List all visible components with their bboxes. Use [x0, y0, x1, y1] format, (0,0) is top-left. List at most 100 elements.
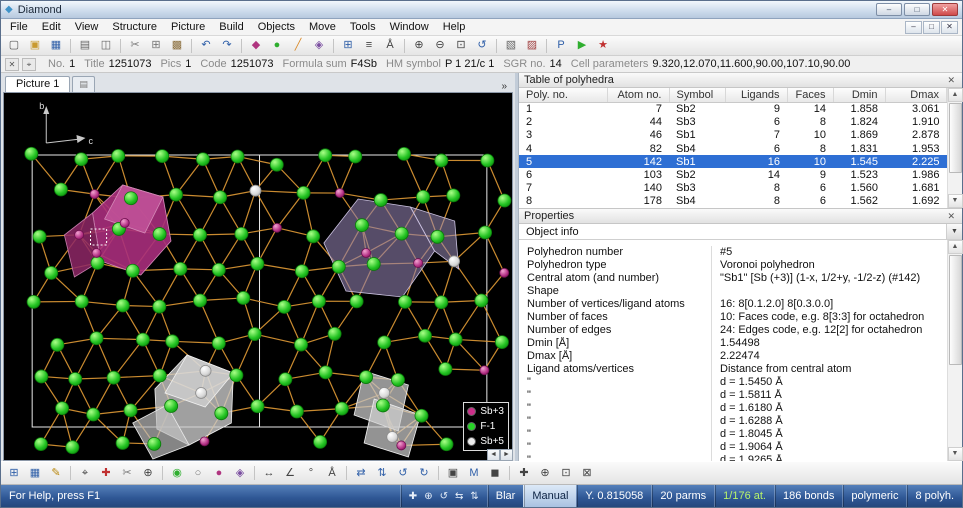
bonds-button[interactable]: ╱	[288, 37, 308, 54]
distances-button[interactable]: Å	[380, 37, 400, 54]
property-row[interactable]: "d = 1.6180 Å	[519, 402, 947, 415]
fit-view-button[interactable]: ⊡	[451, 37, 471, 54]
pan-tool-button[interactable]: ✚	[514, 465, 534, 482]
measure-distance-button[interactable]: ↔	[259, 465, 279, 482]
chevron-down-icon[interactable]: ▼	[946, 224, 962, 239]
play-button[interactable]: ▶	[572, 37, 592, 54]
table-row[interactable]: 6103Sb21491.5231.986	[519, 168, 947, 181]
undo-button[interactable]: ↶	[196, 37, 216, 54]
translate-mode-icon[interactable]: ⇆	[455, 491, 463, 502]
property-row[interactable]: "d = 1.9064 Å	[519, 441, 947, 454]
property-row[interactable]: Polyhedron typeVoronoi polyhedron	[519, 259, 947, 272]
scroll-up-icon[interactable]: ▲	[948, 240, 963, 254]
flag-button[interactable]: ★	[593, 37, 613, 54]
movie-button[interactable]: M	[464, 465, 484, 482]
new-document-button[interactable]: ▢	[4, 37, 24, 54]
properties-scrollbar[interactable]: ▲ ▼	[947, 240, 962, 461]
angstrom-button[interactable]: Å	[322, 465, 342, 482]
redo-button[interactable]: ↷	[217, 37, 237, 54]
mdi-restore-button[interactable]: □	[923, 21, 940, 34]
menu-picture[interactable]: Picture	[164, 20, 212, 34]
reset-view-button[interactable]: ⊡	[556, 465, 576, 482]
delete-button[interactable]: ✂	[117, 465, 137, 482]
property-row[interactable]: Central atom (and number)"Sb1" [Sb (+3)]…	[519, 272, 947, 285]
print-button[interactable]: ▤	[75, 37, 95, 54]
layers-button[interactable]: ▧	[501, 37, 521, 54]
infobar-pin-button[interactable]: ⌖	[22, 58, 36, 71]
properties-panel-close-icon[interactable]: ✕	[945, 211, 957, 222]
pointer-button[interactable]: ⌖	[75, 465, 95, 482]
rotate-y-button[interactable]: ⇅	[372, 465, 392, 482]
menu-file[interactable]: File	[3, 20, 35, 34]
table-row[interactable]: 8178Sb4861.5621.692	[519, 195, 947, 208]
menu-tools[interactable]: Tools	[343, 20, 383, 34]
new-picture-tab[interactable]: ▤	[72, 76, 95, 92]
tab-picture-1[interactable]: Picture 1	[5, 76, 70, 92]
polyhedra-table-scrollbar[interactable]: ▲ ▼	[947, 88, 962, 208]
table-mode-button[interactable]: ⊞	[4, 465, 24, 482]
column-header-ligands[interactable]: Ligands	[725, 88, 787, 102]
property-row[interactable]: Number of faces10: Faces code, e.g. 8[3:…	[519, 311, 947, 324]
property-row[interactable]: Dmax [Å]2.22474	[519, 350, 947, 363]
status-segment[interactable]: Manual	[523, 485, 576, 507]
data-sheet-button[interactable]: ≡	[359, 37, 379, 54]
object-info-dropdown[interactable]: Object info ▼	[519, 224, 962, 240]
column-header-poly-no-[interactable]: Poly. no.	[519, 88, 607, 102]
menu-build[interactable]: Build	[212, 20, 250, 34]
close-button[interactable]: ✕	[932, 3, 958, 16]
atoms-button[interactable]: ●	[267, 37, 287, 54]
table-row[interactable]: 5142Sb116101.5452.225	[519, 155, 947, 168]
open-file-button[interactable]: ▣	[25, 37, 45, 54]
measure-torsion-button[interactable]: °	[301, 465, 321, 482]
zoom-mode-icon[interactable]: ⊕	[424, 491, 432, 502]
scroll-down-icon[interactable]: ▼	[948, 194, 963, 208]
menu-edit[interactable]: Edit	[35, 20, 68, 34]
fullscreen-button[interactable]: ⊠	[577, 465, 597, 482]
table-button[interactable]: ⊞	[338, 37, 358, 54]
spin-button[interactable]: ↺	[393, 465, 413, 482]
polyhedra-mode-button[interactable]: ◈	[230, 465, 250, 482]
menu-structure[interactable]: Structure	[105, 20, 164, 34]
polyhedra-panel-close-icon[interactable]: ✕	[945, 75, 957, 86]
viewpoint-button[interactable]: ▣	[443, 465, 463, 482]
infobar-close-button[interactable]: ✕	[5, 58, 19, 71]
rotate-x-button[interactable]: ⇄	[351, 465, 371, 482]
grid-button[interactable]: ▦	[25, 465, 45, 482]
menu-help[interactable]: Help	[436, 20, 473, 34]
property-row[interactable]: "d = 1.5450 Å	[519, 376, 947, 389]
palette-button[interactable]: ▨	[522, 37, 542, 54]
scroll-down-icon[interactable]: ▼	[948, 447, 963, 461]
table-row[interactable]: 482Sb4681.8311.953	[519, 142, 947, 155]
measure-angle-button[interactable]: ∠	[280, 465, 300, 482]
cut-button[interactable]: ✂	[125, 37, 145, 54]
property-row[interactable]: "d = 1.9265 Å	[519, 454, 947, 461]
scroll-right-button[interactable]: ►	[500, 449, 513, 461]
table-row[interactable]: 7140Sb3861.5601.681	[519, 182, 947, 195]
column-header-faces[interactable]: Faces	[787, 88, 833, 102]
coordination-button[interactable]: ●	[209, 465, 229, 482]
add-atom-button[interactable]: ✚	[96, 465, 116, 482]
zoom-out-button[interactable]: ⊖	[430, 37, 450, 54]
rotate-mode-icon[interactable]: ↺	[440, 491, 448, 502]
paste-button[interactable]: ▩	[167, 37, 187, 54]
column-header-atom-no-[interactable]: Atom no.	[607, 88, 669, 102]
save-button[interactable]: ▦	[46, 37, 66, 54]
property-row[interactable]: Ligand atoms/verticesDistance from centr…	[519, 363, 947, 376]
scroll-up-icon[interactable]: ▲	[948, 88, 963, 102]
print-preview-button[interactable]: ◫	[96, 37, 116, 54]
structure-canvas[interactable]: bc Sb+3F-1Sb+5 ◄ ►	[3, 92, 513, 461]
property-row[interactable]: Polyhedron number#5	[519, 246, 947, 259]
column-header-symbol[interactable]: Symbol	[669, 88, 725, 102]
tab-overflow-button[interactable]: »	[498, 81, 510, 92]
menu-move[interactable]: Move	[302, 20, 343, 34]
minimize-button[interactable]: –	[876, 3, 902, 16]
tilt-mode-icon[interactable]: ⇅	[470, 491, 478, 502]
polyhedra-button[interactable]: ◈	[309, 37, 329, 54]
property-row[interactable]: Shape	[519, 285, 947, 298]
table-row[interactable]: 244Sb3681.8241.910	[519, 115, 947, 128]
column-header-dmax[interactable]: Dmax	[885, 88, 947, 102]
property-row[interactable]: "d = 1.8045 Å	[519, 428, 947, 441]
property-row[interactable]: Dmin [Å]1.54498	[519, 337, 947, 350]
animate-button[interactable]: ↻	[414, 465, 434, 482]
edit-button[interactable]: ✎	[46, 465, 66, 482]
